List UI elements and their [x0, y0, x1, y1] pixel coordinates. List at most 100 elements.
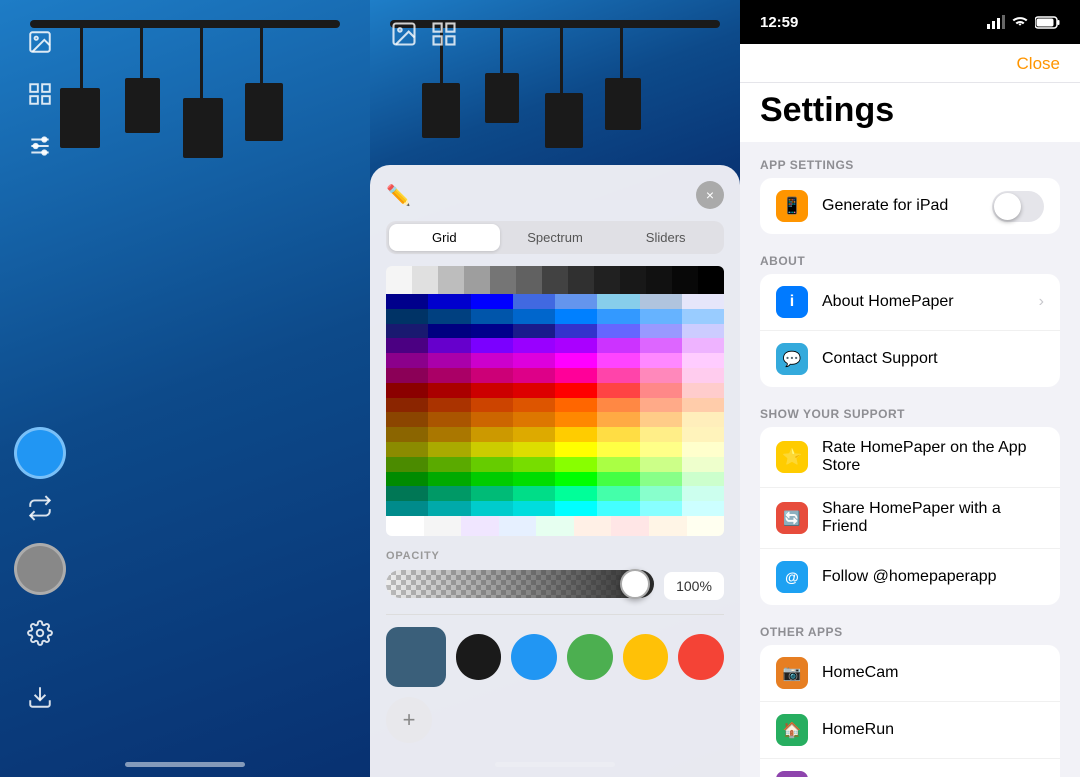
color-cell[interactable] — [386, 486, 428, 501]
color-cell[interactable] — [471, 368, 513, 383]
color-cell[interactable] — [471, 324, 513, 339]
color-cell[interactable] — [640, 501, 682, 516]
color-cell[interactable] — [555, 472, 597, 487]
generate-ipad-toggle[interactable] — [992, 191, 1044, 222]
color-cell[interactable] — [428, 427, 470, 442]
settings-row-contact-support[interactable]: 💬 Contact Support — [760, 331, 1060, 387]
color-cell[interactable] — [513, 324, 555, 339]
color-cell[interactable] — [428, 294, 470, 309]
settings-row-about-homepaper[interactable]: i About HomePaper › — [760, 274, 1060, 331]
color-cell[interactable] — [597, 457, 639, 472]
color-cell[interactable] — [640, 412, 682, 427]
color-cell[interactable] — [555, 501, 597, 516]
color-cell[interactable] — [513, 457, 555, 472]
color-cell[interactable] — [682, 338, 724, 353]
color-cell[interactable] — [682, 472, 724, 487]
settings-row-share[interactable]: 🔄 Share HomePaper with a Friend — [760, 488, 1060, 549]
color-cell[interactable] — [513, 501, 555, 516]
color-cell[interactable] — [386, 368, 428, 383]
color-cell[interactable] — [597, 294, 639, 309]
color-cell[interactable] — [428, 353, 470, 368]
color-cell[interactable] — [428, 383, 470, 398]
color-cell[interactable] — [682, 368, 724, 383]
color-cell[interactable] — [471, 442, 513, 457]
color-cell[interactable] — [597, 427, 639, 442]
color-cell[interactable] — [428, 324, 470, 339]
color-cell[interactable] — [471, 294, 513, 309]
color-cell[interactable] — [597, 383, 639, 398]
color-cell[interactable] — [640, 368, 682, 383]
color-cell[interactable] — [640, 324, 682, 339]
opacity-slider[interactable] — [386, 570, 654, 598]
color-cell[interactable] — [513, 486, 555, 501]
settings-row-homerun[interactable]: 🏠 HomeRun — [760, 702, 1060, 759]
color-cell[interactable] — [513, 294, 555, 309]
color-cell[interactable] — [386, 412, 428, 427]
color-cell[interactable] — [513, 398, 555, 413]
color-cell[interactable] — [682, 353, 724, 368]
color-cell[interactable] — [640, 383, 682, 398]
color-cell[interactable] — [471, 412, 513, 427]
color-cell[interactable] — [682, 309, 724, 324]
color-cell[interactable] — [682, 412, 724, 427]
color-cell[interactable] — [682, 427, 724, 442]
color-cell[interactable] — [513, 442, 555, 457]
color-cell[interactable] — [428, 501, 470, 516]
color-cell[interactable] — [428, 368, 470, 383]
color-cell[interactable] — [428, 309, 470, 324]
close-picker-button[interactable]: × — [696, 181, 724, 209]
tab-grid[interactable]: Grid — [389, 224, 500, 251]
swatch-blue[interactable] — [511, 634, 557, 680]
color-cell[interactable] — [597, 309, 639, 324]
color-cell[interactable] — [597, 338, 639, 353]
color-cell[interactable] — [513, 338, 555, 353]
swatch-yellow[interactable] — [623, 634, 669, 680]
color-cell[interactable] — [597, 324, 639, 339]
close-settings-button[interactable]: Close — [1017, 54, 1060, 74]
swatch-red[interactable] — [678, 634, 724, 680]
sidebar-icon-gallery[interactable] — [18, 20, 62, 64]
tab-spectrum[interactable]: Spectrum — [500, 224, 611, 251]
color-cell[interactable] — [640, 294, 682, 309]
color-cell[interactable] — [386, 324, 428, 339]
color-cell[interactable] — [640, 353, 682, 368]
color-cell[interactable] — [597, 412, 639, 427]
color-cell[interactable] — [682, 294, 724, 309]
color-cell[interactable] — [471, 472, 513, 487]
color-cell[interactable] — [471, 486, 513, 501]
color-cell[interactable] — [555, 294, 597, 309]
color-cell[interactable] — [682, 457, 724, 472]
settings-row-generate-ipad[interactable]: 📱 Generate for iPad — [760, 178, 1060, 234]
color-cell[interactable] — [386, 501, 428, 516]
color-cell[interactable] — [471, 309, 513, 324]
color-cell[interactable] — [471, 353, 513, 368]
color-cell[interactable] — [640, 457, 682, 472]
color-cell[interactable] — [682, 501, 724, 516]
color-cell[interactable] — [386, 309, 428, 324]
color-cell[interactable] — [597, 398, 639, 413]
color-cell[interactable] — [428, 338, 470, 353]
color-cell[interactable] — [640, 486, 682, 501]
color-cell[interactable] — [682, 324, 724, 339]
color-cell[interactable] — [597, 442, 639, 457]
color-cell[interactable] — [513, 472, 555, 487]
color-cell[interactable] — [640, 427, 682, 442]
swap-icon[interactable] — [27, 495, 53, 527]
color-cell[interactable] — [471, 501, 513, 516]
color-cell[interactable] — [597, 486, 639, 501]
color-cell[interactable] — [640, 442, 682, 457]
color-cell[interactable] — [386, 383, 428, 398]
color-cell[interactable] — [555, 309, 597, 324]
color-cell[interactable] — [640, 398, 682, 413]
color-cell[interactable] — [386, 457, 428, 472]
color-cell[interactable] — [428, 486, 470, 501]
color-cell[interactable] — [597, 353, 639, 368]
tab-sliders[interactable]: Sliders — [610, 224, 721, 251]
color-cell[interactable] — [428, 442, 470, 457]
color-cell[interactable] — [682, 486, 724, 501]
color-cell[interactable] — [471, 427, 513, 442]
color-cell[interactable] — [513, 309, 555, 324]
color-cell[interactable] — [640, 309, 682, 324]
color-cell[interactable] — [555, 368, 597, 383]
color-cell[interactable] — [386, 353, 428, 368]
